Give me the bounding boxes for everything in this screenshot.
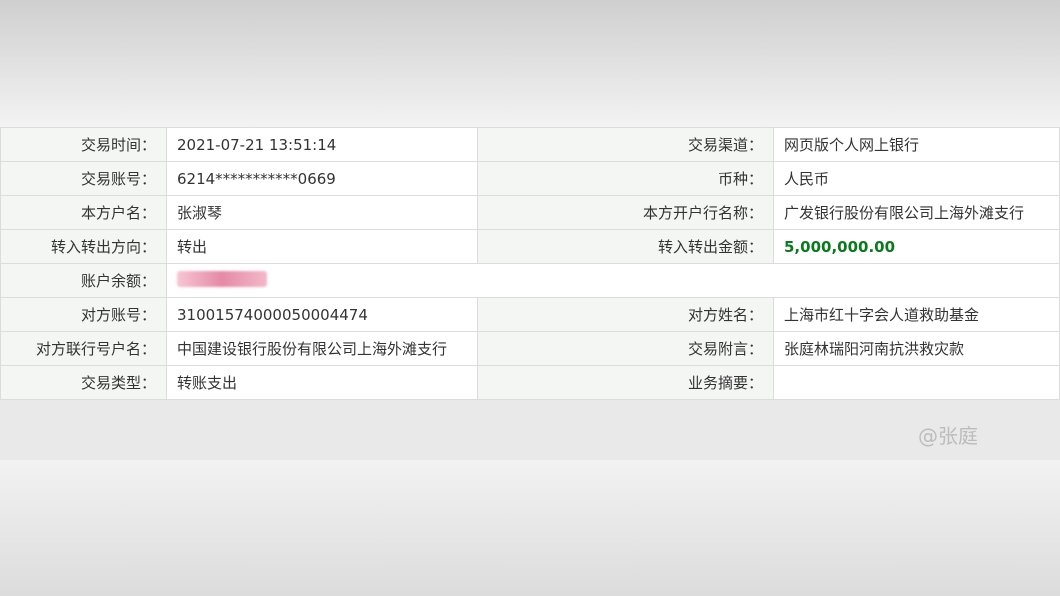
value-trade-type: 转账支出 bbox=[166, 365, 478, 400]
label-bank-name: 本方开户行名称： bbox=[477, 195, 774, 230]
value-currency: 人民币 bbox=[773, 161, 1060, 196]
label-counterparty-name: 对方姓名： bbox=[477, 297, 774, 332]
transaction-details-table: 交易时间： 2021-07-21 13:51:14 交易渠道： 网页版个人网上银… bbox=[0, 127, 1060, 400]
label-trade-type: 交易类型： bbox=[0, 365, 167, 400]
table-row: 对方联行号户名： 中国建设银行股份有限公司上海外滩支行 交易附言： 张庭林瑞阳河… bbox=[0, 331, 1060, 366]
table-row: 对方账号： 31001574000050004474 对方姓名： 上海市红十字会… bbox=[0, 297, 1060, 332]
table-row: 转入转出方向： 转出 转入转出金额： 5,000,000.00 bbox=[0, 229, 1060, 264]
value-counterparty-name: 上海市红十字会人道救助基金 bbox=[773, 297, 1060, 332]
label-counterparty-bank: 对方联行号户名： bbox=[0, 331, 167, 366]
value-balance bbox=[166, 263, 1060, 298]
value-direction: 转出 bbox=[166, 229, 478, 264]
label-business-summary: 业务摘要： bbox=[477, 365, 774, 400]
blurred-top-area bbox=[0, 0, 1060, 127]
value-bank-name: 广发银行股份有限公司上海外滩支行 bbox=[773, 195, 1060, 230]
value-amount: 5,000,000.00 bbox=[773, 229, 1060, 264]
watermark: @张庭 bbox=[918, 424, 978, 448]
table-row: 交易时间： 2021-07-21 13:51:14 交易渠道： 网页版个人网上银… bbox=[0, 127, 1060, 162]
table-row: 交易账号： 6214***********0669 币种： 人民币 bbox=[0, 161, 1060, 196]
label-counterparty-account: 对方账号： bbox=[0, 297, 167, 332]
value-counterparty-account: 31001574000050004474 bbox=[166, 297, 478, 332]
table-row: 账户余额： bbox=[0, 263, 1060, 298]
label-currency: 币种： bbox=[477, 161, 774, 196]
value-remark: 张庭林瑞阳河南抗洪救灾款 bbox=[773, 331, 1060, 366]
label-trade-channel: 交易渠道： bbox=[477, 127, 774, 162]
table-row: 交易类型： 转账支出 业务摘要： bbox=[0, 365, 1060, 400]
screenshot-frame: 交易时间： 2021-07-21 13:51:14 交易渠道： 网页版个人网上银… bbox=[0, 0, 1060, 596]
blurred-balance bbox=[177, 270, 267, 287]
label-direction: 转入转出方向： bbox=[0, 229, 167, 264]
value-counterparty-bank: 中国建设银行股份有限公司上海外滩支行 bbox=[166, 331, 478, 366]
value-business-summary bbox=[773, 365, 1060, 400]
label-account-holder: 本方户名： bbox=[0, 195, 167, 230]
value-account-no: 6214***********0669 bbox=[166, 161, 478, 196]
value-account-holder: 张淑琴 bbox=[166, 195, 478, 230]
value-trade-time: 2021-07-21 13:51:14 bbox=[166, 127, 478, 162]
value-trade-channel: 网页版个人网上银行 bbox=[773, 127, 1060, 162]
label-remark: 交易附言： bbox=[477, 331, 774, 366]
label-trade-time: 交易时间： bbox=[0, 127, 167, 162]
label-account-no: 交易账号： bbox=[0, 161, 167, 196]
label-balance: 账户余额： bbox=[0, 263, 167, 298]
blurred-bottom-area bbox=[0, 460, 1060, 596]
label-amount: 转入转出金额： bbox=[477, 229, 774, 264]
table-row: 本方户名： 张淑琴 本方开户行名称： 广发银行股份有限公司上海外滩支行 bbox=[0, 195, 1060, 230]
